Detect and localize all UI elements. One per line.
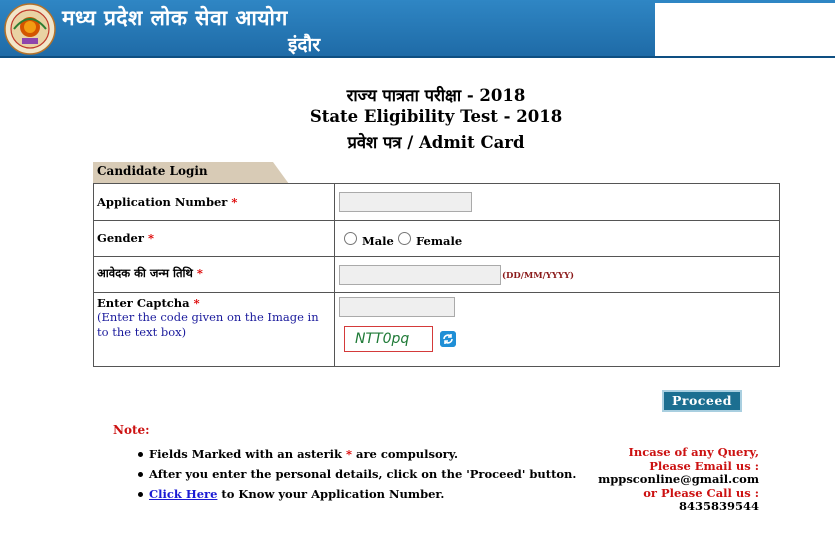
proceed-button[interactable]: Proceed — [662, 390, 742, 412]
org-name: मध्य प्रदेश लोक सेवा आयोग — [62, 5, 288, 30]
gender-row: Gender * Male Female — [94, 221, 779, 257]
header-underline — [0, 56, 835, 58]
bullet-icon — [138, 492, 143, 497]
contact-line-query: Incase of any Query, — [628, 445, 759, 459]
dob-label: आवेदक की जन्म तिथि * — [97, 266, 203, 280]
contact-line-email-prompt: Please Email us : — [649, 458, 759, 473]
page-title-english: State Eligibility Test - 2018 — [309, 107, 563, 126]
captcha-row: Enter Captcha * (Enter the code given on… — [94, 293, 779, 367]
contact-email: mppsconline@gmail.com — [598, 472, 759, 486]
captcha-code: NTT0pq — [355, 331, 410, 347]
note-title: Note: — [113, 423, 150, 437]
list-item: Fields Marked with an asterik * are comp… — [138, 447, 576, 467]
gender-male-radio[interactable] — [344, 232, 357, 245]
captcha-help-text: (Enter the code given on the Image in to… — [97, 310, 319, 339]
login-form: Application Number * Gender * Male Femal… — [93, 183, 780, 367]
captcha-image: NTT0pq — [344, 326, 433, 352]
header-blank-area — [655, 3, 835, 58]
gender-female-label: Female — [416, 234, 463, 248]
dob-row: आवेदक की जन्म तिथि * (DD/MM/YYYY) — [94, 257, 779, 293]
page-subtitle-admit-card: प्रवेश पत्र / Admit Card — [347, 133, 525, 152]
mppsc-emblem-icon — [4, 3, 56, 55]
org-city: इंदौर — [288, 34, 321, 56]
gender-label: Gender * — [97, 231, 154, 245]
contact-phone: 8435839544 — [678, 499, 759, 513]
tab-label: Candidate Login — [97, 164, 208, 178]
application-number-row: Application Number * — [94, 184, 779, 221]
application-number-input[interactable] — [339, 192, 472, 212]
list-item: After you enter the personal details, cl… — [138, 467, 576, 487]
list-item: Click Here to Know your Application Numb… — [138, 487, 576, 507]
captcha-label: Enter Captcha * — [97, 296, 200, 310]
gender-male-label: Male — [362, 234, 394, 248]
dob-format-hint: (DD/MM/YYYY) — [502, 271, 575, 281]
page-title-hindi: राज्य पात्रता परीक्षा - 2018 — [346, 86, 526, 105]
candidate-login-tab: Candidate Login — [93, 162, 289, 184]
contact-info: Incase of any Query, Please Email us : m… — [598, 445, 759, 514]
gender-female-radio[interactable] — [398, 232, 411, 245]
contact-line-call-prompt: or Please Call us : — [643, 485, 759, 500]
captcha-input[interactable] — [339, 297, 455, 317]
header-top-strip — [655, 0, 835, 3]
notes-list: Fields Marked with an asterik * are comp… — [138, 447, 576, 507]
refresh-captcha-icon[interactable] — [440, 331, 456, 347]
bullet-icon — [138, 472, 143, 477]
dob-input[interactable] — [339, 265, 501, 285]
application-number-label: Application Number * — [97, 195, 238, 209]
bullet-icon — [138, 452, 143, 457]
click-here-link[interactable]: Click Here — [149, 487, 217, 501]
